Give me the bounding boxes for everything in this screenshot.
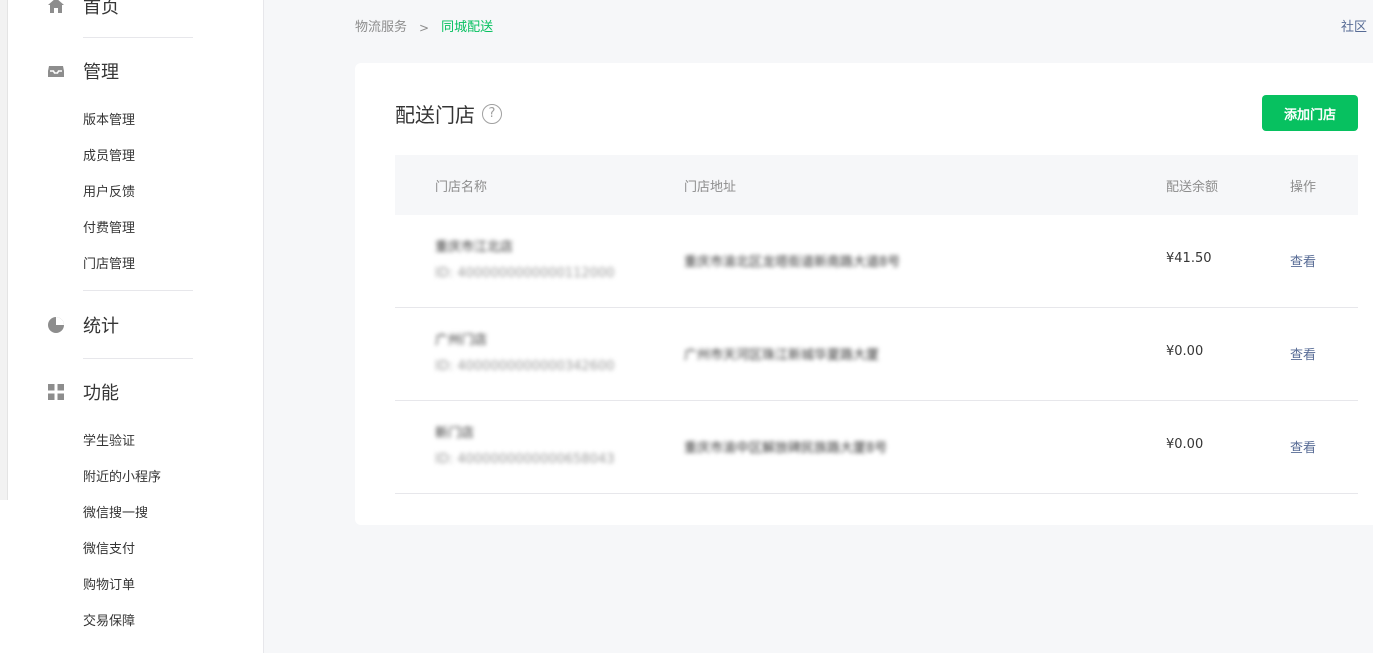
table-row: 重庆市江北店 ID: 4000000000000112000 重庆市渝北区龙塔街… [395, 215, 1358, 308]
page-title-text: 配送门店 [395, 103, 475, 127]
sidebar-item-payment[interactable]: 付费管理 [83, 220, 135, 238]
column-header-name: 门店名称 [435, 180, 488, 195]
column-header-action: 操作 [1290, 180, 1317, 195]
sidebar-item-guarantee[interactable]: 交易保障 [83, 613, 135, 631]
sidebar-item-orders[interactable]: 购物订单 [83, 577, 135, 595]
sidebar-item-feedback[interactable]: 用户反馈 [83, 184, 135, 202]
view-link[interactable]: 查看 [1290, 344, 1316, 363]
grid-icon [47, 383, 65, 401]
sidebar-item-home[interactable]: 首页 [47, 0, 119, 18]
breadcrumb-parent[interactable]: 物流服务 [355, 19, 407, 37]
sidebar-group-manage[interactable]: 管理 [47, 59, 119, 83]
sidebar-group-label: 功能 [83, 383, 119, 404]
store-address: 重庆市渝北区龙塔街道新南路大道8号 [684, 255, 901, 270]
table-row: 广州门店 ID: 4000000000000342600 广州市天河区珠江新城华… [395, 308, 1358, 401]
column-header-balance: 配送余额 [1166, 180, 1219, 195]
store-id: ID: 4000000000000658043 [435, 452, 615, 467]
sidebar-item-wechatpay[interactable]: 微信支付 [83, 541, 135, 559]
breadcrumb: 物流服务 > 同城配送 [355, 19, 493, 37]
help-icon[interactable]: ? [482, 103, 502, 124]
view-link[interactable]: 查看 [1290, 251, 1316, 270]
store-balance: ¥41.50 [1166, 251, 1212, 266]
sidebar-item-members[interactable]: 成员管理 [83, 148, 135, 166]
community-link[interactable]: 社区 [1341, 19, 1367, 37]
sidebar-item-student[interactable]: 学生验证 [83, 433, 135, 451]
store-id: ID: 4000000000000342600 [435, 359, 615, 374]
breadcrumb-separator: > [419, 21, 430, 35]
view-link[interactable]: 查看 [1290, 437, 1316, 456]
column-header-address: 门店地址 [684, 180, 737, 195]
table-header: 门店名称 门店地址 配送余额 操作 [395, 155, 1358, 215]
store-balance: ¥0.00 [1166, 344, 1204, 359]
sidebar-group-label: 统计 [83, 316, 119, 337]
breadcrumb-current: 同城配送 [441, 20, 494, 35]
sidebar-group-features[interactable]: 功能 [47, 380, 119, 404]
sidebar-group-stats[interactable]: 统计 [47, 313, 119, 337]
store-name: 重庆市江北店 [435, 240, 514, 255]
sidebar-group-label: 管理 [83, 62, 119, 83]
inbox-icon [47, 62, 65, 80]
sidebar-item-label: 首页 [83, 0, 119, 18]
stores-card: 配送门店 ? 添加门店 门店名称 门店地址 配送余额 操作 重庆市江北店 ID:… [355, 63, 1373, 525]
sidebar-item-nearby[interactable]: 附近的小程序 [83, 469, 161, 487]
pie-chart-icon [47, 316, 65, 334]
sidebar-item-stores[interactable]: 门店管理 [83, 256, 135, 274]
store-address: 重庆市渝中区解放碑民族路大厦8号 [684, 441, 888, 456]
divider [83, 358, 193, 359]
divider [83, 37, 193, 38]
store-balance: ¥0.00 [1166, 437, 1204, 452]
store-name: 新门店 [435, 426, 475, 441]
store-address: 广州市天河区珠江新城华夏路大厦 [684, 348, 880, 363]
divider [83, 290, 193, 291]
table-row: 新门店 ID: 4000000000000658043 重庆市渝中区解放碑民族路… [395, 401, 1358, 494]
store-name: 广州门店 [435, 333, 488, 348]
sidebar-item-search[interactable]: 微信搜一搜 [83, 505, 148, 523]
add-store-button[interactable]: 添加门店 [1262, 95, 1358, 131]
home-icon [47, 0, 65, 15]
sidebar: 首页 管理 版本管理 成员管理 用户反馈 付费管理 门店管理 统计 功能 学生验… [0, 0, 264, 653]
store-id: ID: 4000000000000112000 [435, 266, 615, 281]
page-title: 配送门店 ? [395, 99, 502, 128]
sidebar-item-version[interactable]: 版本管理 [83, 112, 135, 130]
